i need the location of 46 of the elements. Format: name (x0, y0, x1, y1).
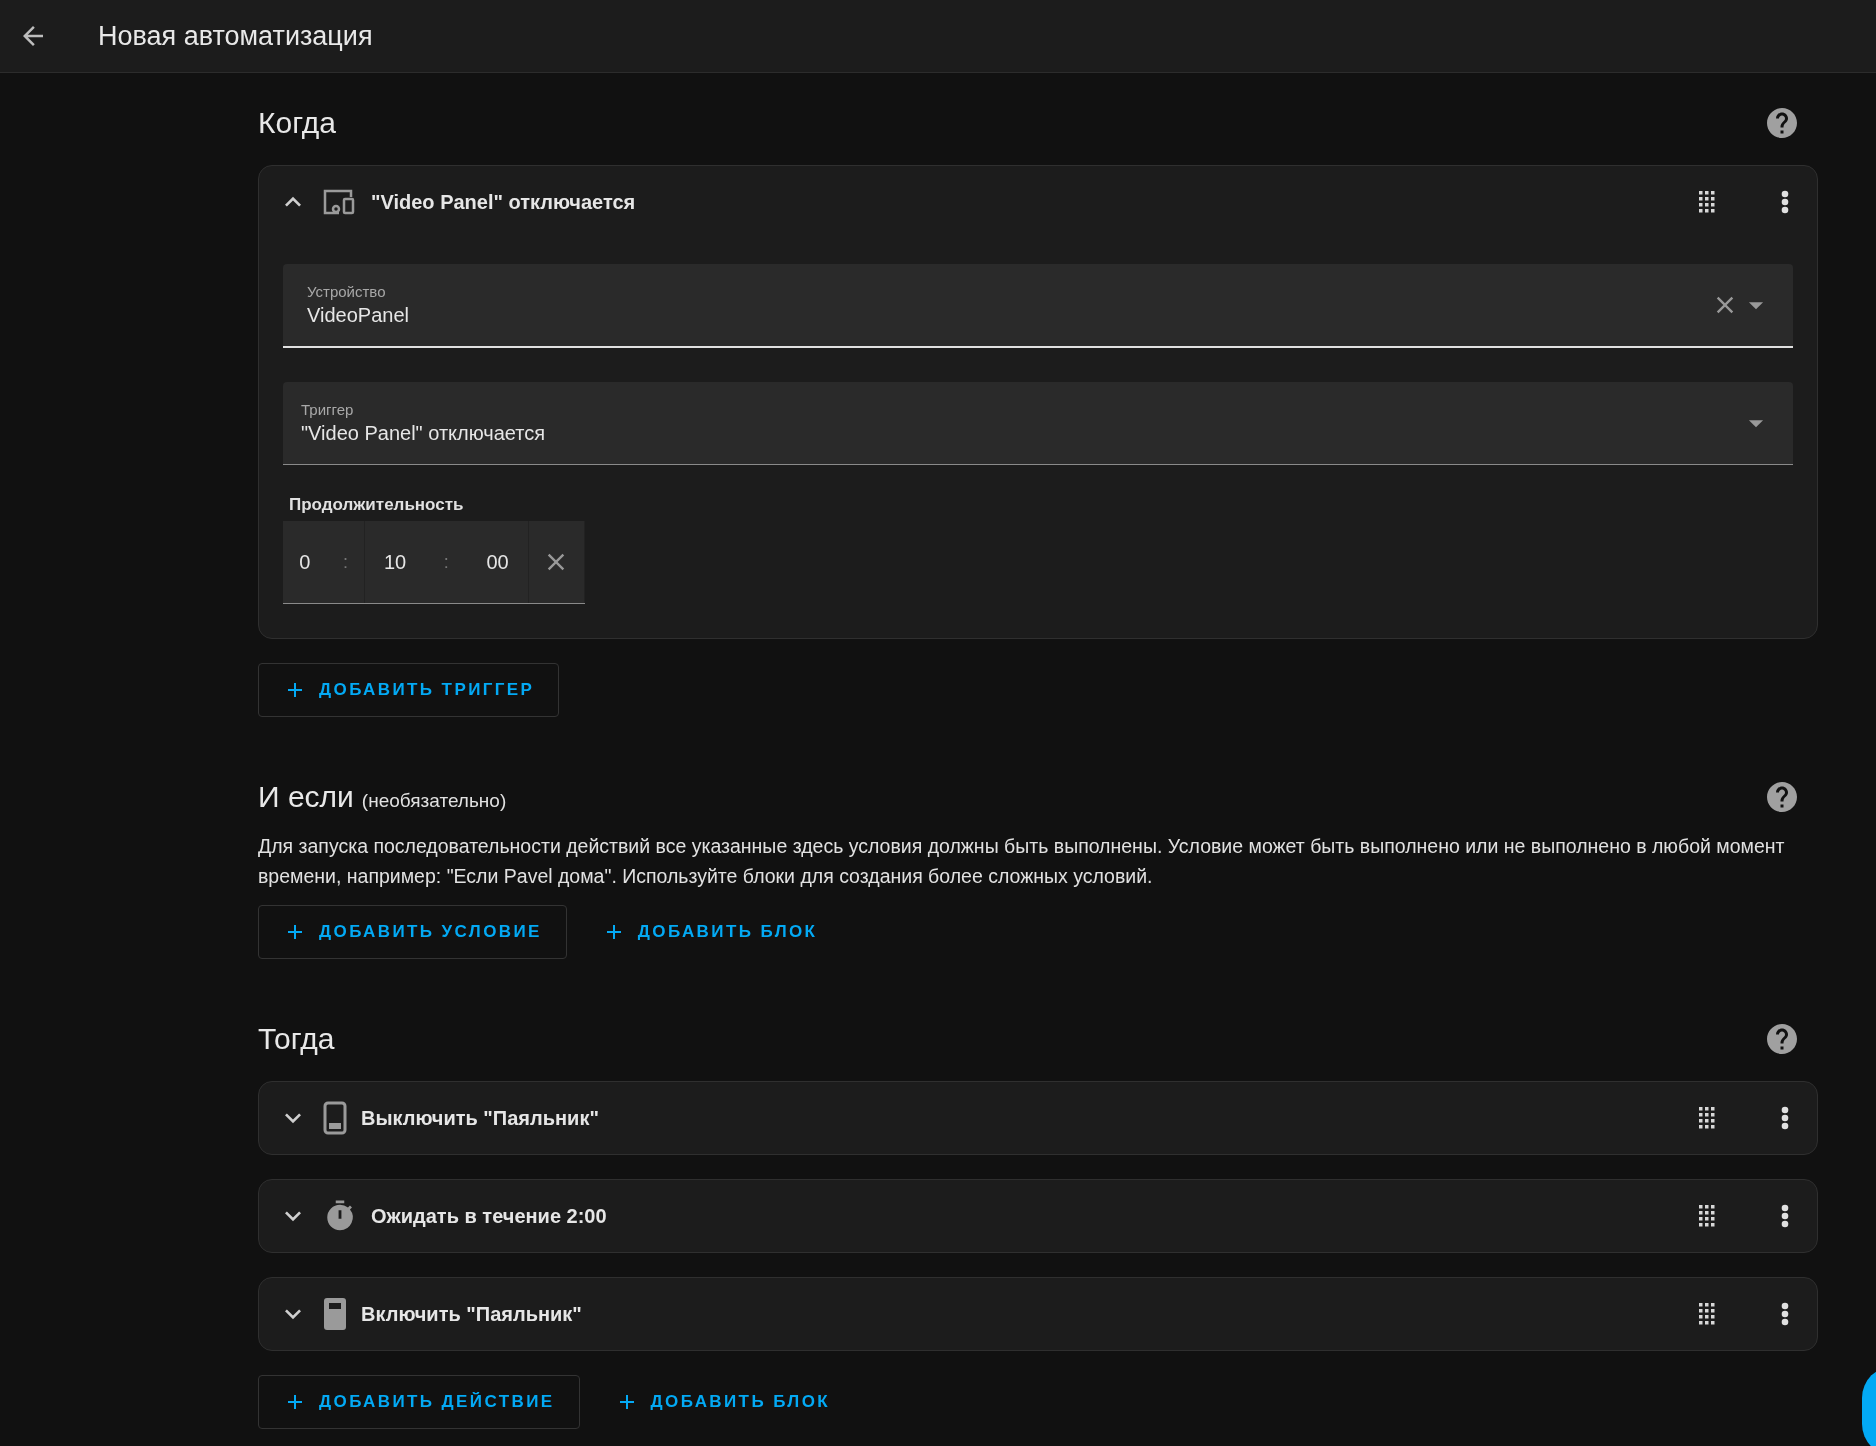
device-select-field[interactable]: Устройство VideoPanel (283, 264, 1793, 348)
drag-handle-icon[interactable] (1699, 1107, 1715, 1129)
help-icon[interactable] (1764, 1021, 1800, 1057)
minutes-value[interactable]: 10 (384, 550, 407, 574)
drag-handle-icon[interactable] (1699, 1303, 1715, 1325)
more-options-button[interactable] (1781, 190, 1789, 214)
add-button[interactable]: ДОБАВИТЬ ТРИГГЕР (258, 663, 560, 717)
switch-icon (323, 1101, 347, 1135)
time-separator: : (443, 551, 449, 573)
add-button[interactable]: ДОБАВИТЬ УСЛОВИЕ (258, 905, 567, 959)
add-button[interactable]: ДОБАВИТЬ БЛОК (589, 1375, 856, 1429)
card-title: Включить "Паяльник" (361, 1302, 583, 1326)
switch-icon (323, 1297, 347, 1331)
card-title: Ожидать в течение 2:00 (371, 1204, 608, 1228)
card-title: "Video Panel" отключается (371, 190, 637, 214)
duration-label: Продолжительность (288, 495, 465, 515)
section-description: Для запуска последовательности действий все указанные здесь условия должны быть выполнены. Условие может быть выполнено или не выполнено в любой момент времени, например: "Если Pavel дома". Используйте блоки для создания более сложных условий. (258, 834, 1786, 889)
drag-handle-icon[interactable] (1699, 1205, 1715, 1227)
duration-field[interactable]: 0 : 10 : 00 (283, 521, 585, 604)
page-title: Новая автоматизация (98, 20, 373, 52)
add-button[interactable]: ДОБАВИТЬ ДЕЙСТВИЕ (258, 1375, 580, 1429)
section-heading: Когда (258, 106, 336, 140)
field-value: VideoPanel (307, 304, 410, 327)
drag-handle-icon[interactable] (1699, 191, 1715, 213)
field-value: "Video Panel" отключается (301, 422, 547, 445)
section-subheading: (необязательно) (361, 790, 507, 812)
more-vertical-icon (1781, 1302, 1789, 1326)
more-vertical-icon (1781, 1106, 1789, 1130)
section-heading: Тогда (258, 1022, 335, 1056)
help-icon[interactable] (1764, 779, 1800, 815)
more-vertical-icon (1781, 190, 1789, 214)
more-vertical-icon (1781, 1204, 1789, 1228)
field-label: Триггер (301, 401, 355, 418)
devices-icon (323, 189, 357, 215)
field-label: Устройство (307, 283, 387, 300)
card-title: Выключить "Паяльник" (361, 1106, 600, 1130)
seconds-value[interactable]: 00 (486, 550, 509, 574)
time-separator: : (342, 551, 348, 573)
more-options-button[interactable] (1781, 1302, 1789, 1326)
more-options-button[interactable] (1781, 1204, 1789, 1228)
section-heading: И если (258, 780, 354, 814)
help-icon[interactable] (1764, 105, 1800, 141)
hours-value[interactable]: 0 (299, 550, 311, 574)
more-options-button[interactable] (1781, 1106, 1789, 1130)
trigger-select-field[interactable]: Триггер "Video Panel" отключается (283, 382, 1793, 465)
add-button[interactable]: ДОБАВИТЬ БЛОК (576, 905, 843, 959)
